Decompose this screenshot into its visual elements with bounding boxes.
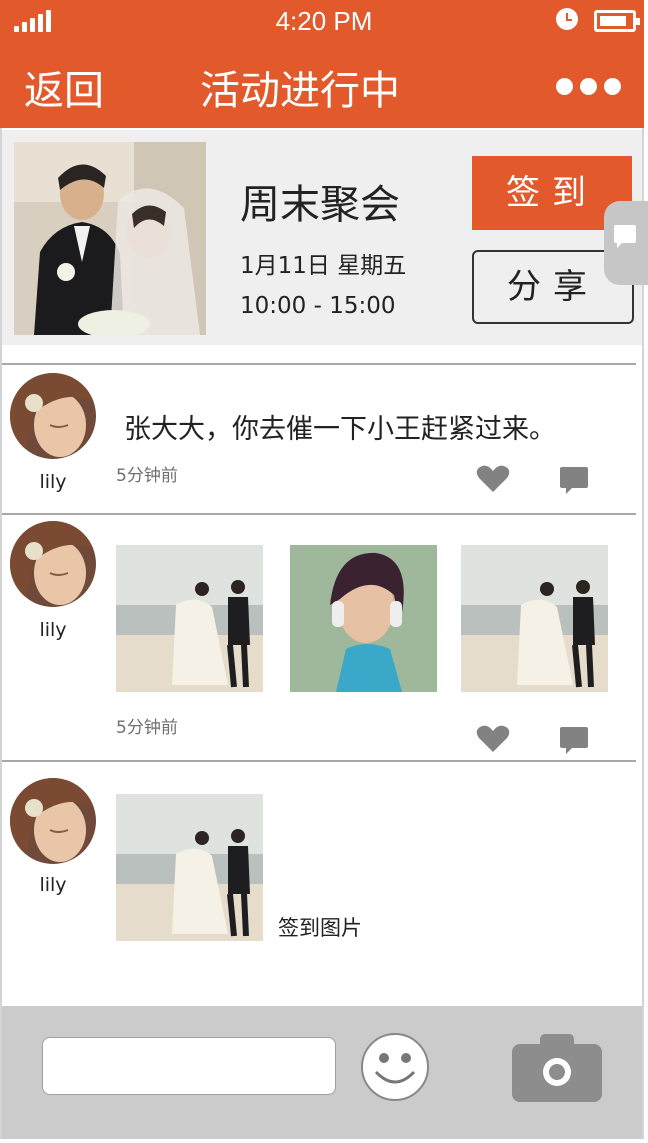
side-comment-tab[interactable]	[604, 201, 648, 285]
comment-bubble-icon	[614, 225, 636, 248]
avatar[interactable]	[10, 373, 96, 459]
alarm-clock-icon	[556, 8, 578, 30]
avatar[interactable]	[10, 521, 96, 607]
feed-post: lily 5分钟前	[2, 515, 642, 760]
event-time: 10:00 - 15:00	[240, 293, 396, 319]
bottom-bar	[2, 1006, 642, 1139]
post-photo[interactable]	[290, 545, 437, 692]
comment-icon[interactable]	[560, 467, 588, 494]
emoji-icon[interactable]	[360, 1032, 430, 1102]
heart-icon[interactable]	[476, 725, 510, 753]
heart-icon[interactable]	[476, 465, 510, 493]
feed-post: lily 张大大，你去催一下小王赶紧过来。 5分钟前	[2, 365, 642, 513]
avatar[interactable]	[10, 778, 96, 864]
event-date: 1月11日 星期五	[240, 253, 407, 279]
message-input[interactable]	[42, 1037, 336, 1095]
comment-icon[interactable]	[560, 727, 588, 754]
post-time: 5分钟前	[116, 718, 178, 738]
more-dots-icon[interactable]	[556, 78, 621, 95]
status-time: 4:20 PM	[275, 6, 373, 36]
battery-level	[600, 16, 626, 26]
feed-post: lily 签到图片	[2, 762, 642, 1006]
post-photo[interactable]	[116, 545, 263, 692]
username[interactable]: lily	[10, 874, 96, 896]
camera-icon[interactable]	[512, 1032, 602, 1102]
photo-caption: 签到图片	[278, 916, 362, 940]
back-button[interactable]: 返回	[24, 58, 104, 116]
event-photo	[14, 142, 206, 335]
username[interactable]: lily	[10, 619, 96, 641]
event-name: 周末聚会	[240, 182, 400, 228]
post-message: 张大大，你去催一下小王赶紧过来。	[124, 414, 556, 445]
post-time: 5分钟前	[116, 466, 178, 486]
top-bar: 4:20 PM 返回 活动进行中	[0, 0, 644, 128]
username[interactable]: lily	[10, 471, 96, 493]
battery-icon	[594, 10, 640, 32]
event-card: 周末聚会 1月11日 星期五 10:00 - 15:00 签到 分享	[2, 130, 642, 345]
checkin-photo[interactable]	[116, 794, 263, 941]
page-title: 活动进行中	[200, 68, 400, 114]
post-photo[interactable]	[461, 545, 608, 692]
